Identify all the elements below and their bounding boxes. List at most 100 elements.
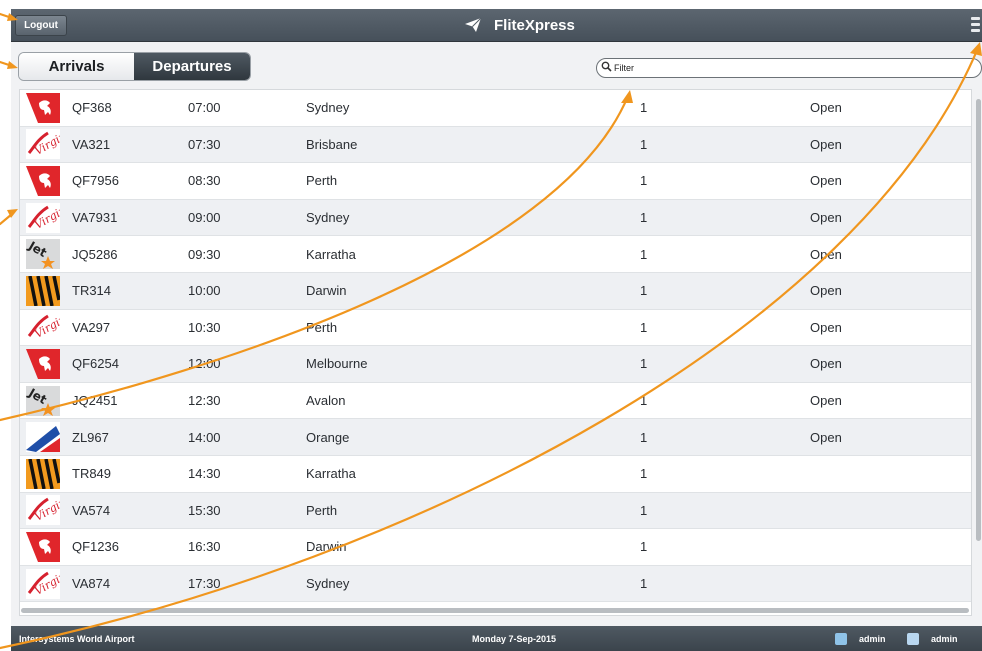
jetstar-logo-icon: Jet [26,236,60,272]
table-row[interactable]: QF7956 08:30 Perth 1 Open [20,163,971,200]
user-icon [835,632,847,645]
departure-time: 16:30 [188,539,221,555]
destination: Orange [306,429,350,445]
departure-time: 07:30 [188,136,221,152]
destination: Perth [306,319,338,335]
airport-name: Intersystems World Airport [19,633,135,644]
flight-number: TR849 [72,466,112,482]
qantas-logo-icon [26,346,60,382]
filter-field[interactable] [596,58,982,78]
vertical-scrollbar[interactable] [976,99,981,541]
flight-status: Open [810,100,842,116]
qantas-logo-icon [26,90,60,126]
tab-arrivals[interactable]: Arrivals [19,53,134,80]
gate: 1 [640,100,648,116]
destination: Darwin [306,283,347,299]
table-row[interactable]: ZL967 14:00 Orange 1 Open [20,419,971,456]
destination: Avalon [306,393,346,409]
departure-time: 12:30 [188,393,221,409]
rex-logo-icon [26,419,60,455]
flight-number: QF7956 [72,173,119,189]
gate: 1 [640,319,648,335]
virgin-logo-icon: Virgin [26,200,60,236]
table-row[interactable]: Jet JQ2451 12:30 Avalon 1 Open [20,383,971,420]
paper-plane-icon [464,17,482,33]
user-status-1[interactable]: admin [835,626,886,651]
filter-input[interactable] [612,60,954,76]
flight-status: Open [810,356,842,372]
destination: Sydney [306,210,350,226]
departure-time: 10:30 [188,319,221,335]
flight-status: Open [810,173,842,189]
tigerair-logo-icon [26,273,60,309]
table-row[interactable]: Virgin VA7931 09:00 Sydney 1 Open [20,199,971,237]
destination: Perth [306,502,338,518]
departure-time: 14:30 [188,466,221,482]
view-tabs: Arrivals Departures [18,52,251,81]
destination: Brisbane [306,136,358,152]
departure-time: 09:30 [188,246,221,262]
departure-time: 08:30 [188,173,221,189]
table-row[interactable]: TR849 14:30 Karratha 1 [20,456,971,493]
table-row[interactable]: Virgin VA321 07:30 Brisbane 1 Open [20,126,971,164]
virgin-logo-icon: Virgin [26,310,60,346]
status-footer: Intersystems World Airport Monday 7-Sep-… [11,626,982,651]
table-row[interactable]: Virgin VA874 17:30 Sydney 1 [20,565,971,603]
brand: FliteXpress [464,9,575,41]
flight-number: ZL967 [72,429,109,445]
app-title: FliteXpress [494,16,575,34]
table-row[interactable]: QF1236 16:30 Darwin 1 [20,529,971,566]
flights-table-body: QF368 07:00 Sydney 1 Open Virgin VA321 07:30 Bri… [20,90,971,603]
gate: 1 [640,283,648,299]
flight-status: Open [810,319,842,335]
gate: 1 [640,393,648,409]
destination: Melbourne [306,356,368,372]
flight-number: VA7931 [72,210,118,226]
table-row[interactable]: Jet JQ5286 09:30 Karratha 1 Open [20,236,971,273]
tab-departures[interactable]: Departures [134,53,250,80]
table-row[interactable]: Virgin VA297 10:30 Perth 1 Open [20,310,971,347]
departure-time: 14:00 [188,429,221,445]
departure-time: 09:00 [188,210,221,226]
table-row[interactable]: QF368 07:00 Sydney 1 Open [20,90,971,127]
departure-time: 10:00 [188,283,221,299]
flight-number: JQ5286 [72,246,118,262]
user-name: admin [859,633,886,644]
departure-time: 07:00 [188,100,221,116]
virgin-logo-icon: Virgin [26,493,60,529]
departure-time: 15:30 [188,502,221,518]
flight-number: VA297 [72,319,111,335]
destination: Darwin [306,539,347,555]
flight-number: VA874 [72,576,111,592]
flight-number: QF6254 [72,356,119,372]
gate: 1 [640,466,648,482]
desktop-icon [907,632,919,645]
logout-button[interactable]: Logout [15,15,67,36]
table-row[interactable]: TR314 10:00 Darwin 1 Open [20,272,971,310]
flight-status: Open [810,283,842,299]
flight-number: JQ2451 [72,393,118,409]
destination: Karratha [306,246,356,262]
virgin-logo-icon: Virgin [26,127,60,163]
gate: 1 [640,136,648,152]
destination: Perth [306,173,338,189]
horizontal-scrollbar[interactable] [21,608,969,613]
jetstar-logo-icon: Jet [26,383,60,419]
gate: 1 [640,576,648,592]
app-header: Logout FliteXpress [11,9,982,42]
user-status-2[interactable]: admin [907,626,958,651]
menu-icon[interactable] [971,17,980,32]
destination: Sydney [306,576,350,592]
table-row[interactable]: QF6254 12:00 Melbourne 1 Open [20,346,971,383]
gate: 1 [640,356,648,372]
table-row[interactable]: Virgin VA574 15:30 Perth 1 [20,492,971,530]
departure-time: 12:00 [188,356,221,372]
tigerair-logo-icon [26,456,60,492]
flight-number: QF368 [72,100,112,116]
gate: 1 [640,539,648,555]
qantas-logo-icon [26,163,60,199]
user-name: admin [931,633,958,644]
flight-status: Open [810,210,842,226]
virgin-logo-icon: Virgin [26,566,60,602]
current-date: Monday 7-Sep-2015 [472,633,557,644]
